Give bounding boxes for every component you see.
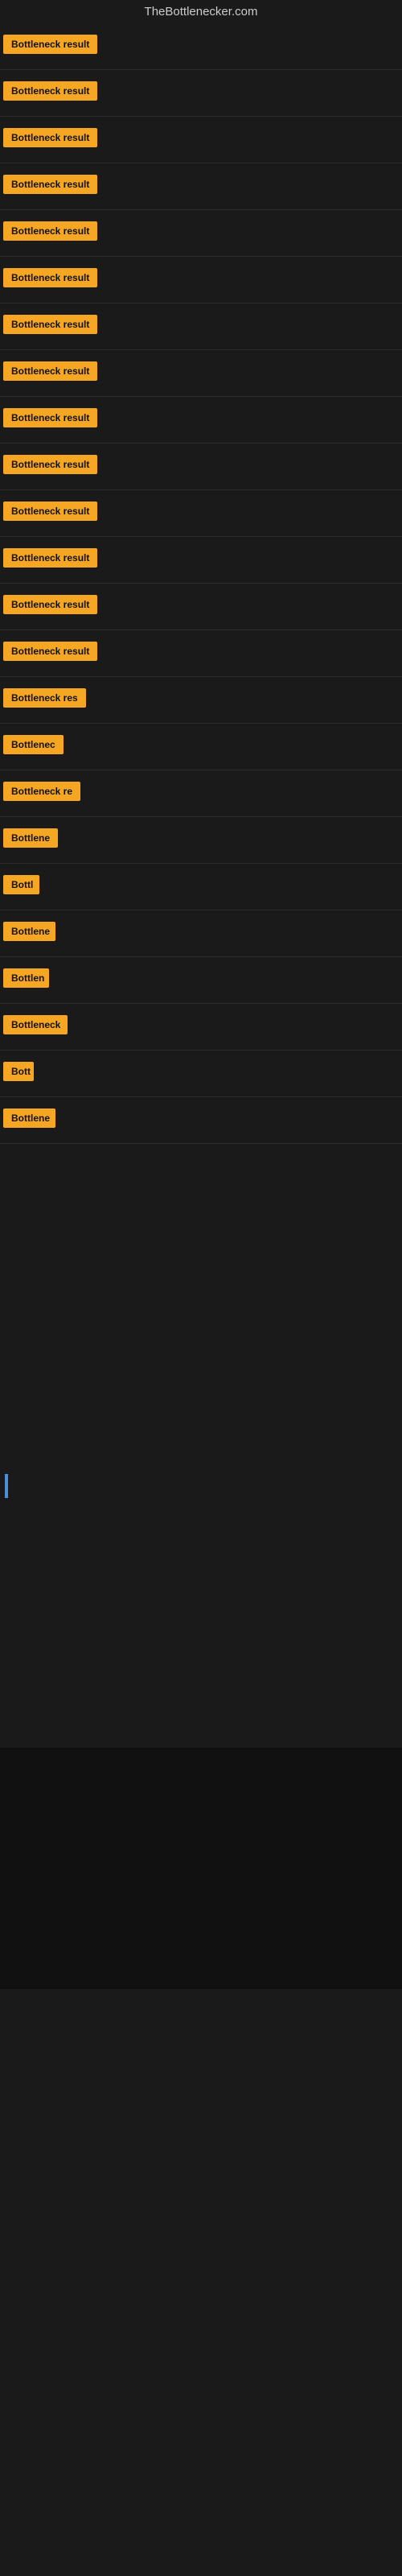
bottleneck-badge-8: Bottleneck result — [3, 361, 97, 381]
bottleneck-badge-24: Bottlene — [3, 1108, 55, 1128]
bottleneck-badge-16: Bottlenec — [3, 735, 64, 754]
blue-bar-indicator — [5, 1474, 8, 1498]
list-item: Bottleneck result — [0, 70, 402, 117]
list-item: Bottlene — [0, 1097, 402, 1144]
bottleneck-badge-14: Bottleneck result — [3, 642, 97, 661]
bottleneck-badge-13: Bottleneck result — [3, 595, 97, 614]
list-item: Bottleneck result — [0, 490, 402, 537]
bottleneck-badge-10: Bottleneck result — [3, 455, 97, 474]
list-item: Bottleneck result — [0, 163, 402, 210]
list-item: Bottleneck result — [0, 630, 402, 677]
site-title: TheBottlenecker.com — [0, 0, 402, 23]
bottom-section — [0, 1466, 402, 1506]
list-item: Bottleneck result — [0, 537, 402, 584]
list-item: Bottleneck result — [0, 303, 402, 350]
lower-spacer-2 — [0, 1748, 402, 1989]
bottleneck-badge-2: Bottleneck result — [3, 81, 97, 101]
list-item: Bottleneck result — [0, 117, 402, 163]
lower-spacer-3 — [0, 1989, 402, 2231]
lower-spacer-1 — [0, 1506, 402, 1748]
bottleneck-badge-9: Bottleneck result — [3, 408, 97, 427]
bottleneck-badge-12: Bottleneck result — [3, 548, 97, 568]
bottleneck-badge-4: Bottleneck result — [3, 175, 97, 194]
list-item: Bottlene — [0, 910, 402, 957]
bottleneck-badge-17: Bottleneck re — [3, 782, 80, 801]
list-item: Bottlenec — [0, 724, 402, 770]
list-item: Bottleneck re — [0, 770, 402, 817]
bottleneck-badge-19: Bottl — [3, 875, 39, 894]
bottleneck-badge-20: Bottlene — [3, 922, 55, 941]
list-item: Bottleneck res — [0, 677, 402, 724]
bottleneck-badge-11: Bottleneck result — [3, 502, 97, 521]
list-item: Bottleneck result — [0, 397, 402, 444]
page-wrapper: TheBottlenecker.com Bottleneck result Bo… — [0, 0, 402, 2576]
bottleneck-badge-3: Bottleneck result — [3, 128, 97, 147]
list-item: Bottlene — [0, 817, 402, 864]
list-item: Bott — [0, 1051, 402, 1097]
bottleneck-badge-5: Bottleneck result — [3, 221, 97, 241]
bottleneck-badge-22: Bottleneck — [3, 1015, 68, 1034]
list-item: Bottleneck result — [0, 210, 402, 257]
bottleneck-badge-6: Bottleneck result — [3, 268, 97, 287]
list-item: Bottlen — [0, 957, 402, 1004]
bottleneck-badge-1: Bottleneck result — [3, 35, 97, 54]
bottleneck-badge-18: Bottlene — [3, 828, 58, 848]
bottleneck-badge-21: Bottlen — [3, 968, 49, 988]
list-item: Bottleneck result — [0, 350, 402, 397]
bottleneck-badge-15: Bottleneck res — [3, 688, 86, 708]
list-item: Bottleneck result — [0, 584, 402, 630]
list-item: Bottleneck — [0, 1004, 402, 1051]
bottleneck-badge-23: Bott — [3, 1062, 34, 1081]
list-item: Bottleneck result — [0, 257, 402, 303]
list-item: Bottleneck result — [0, 23, 402, 70]
bottleneck-badge-7: Bottleneck result — [3, 315, 97, 334]
spacer-section — [0, 1144, 402, 1466]
list-item: Bottl — [0, 864, 402, 910]
list-item: Bottleneck result — [0, 444, 402, 490]
